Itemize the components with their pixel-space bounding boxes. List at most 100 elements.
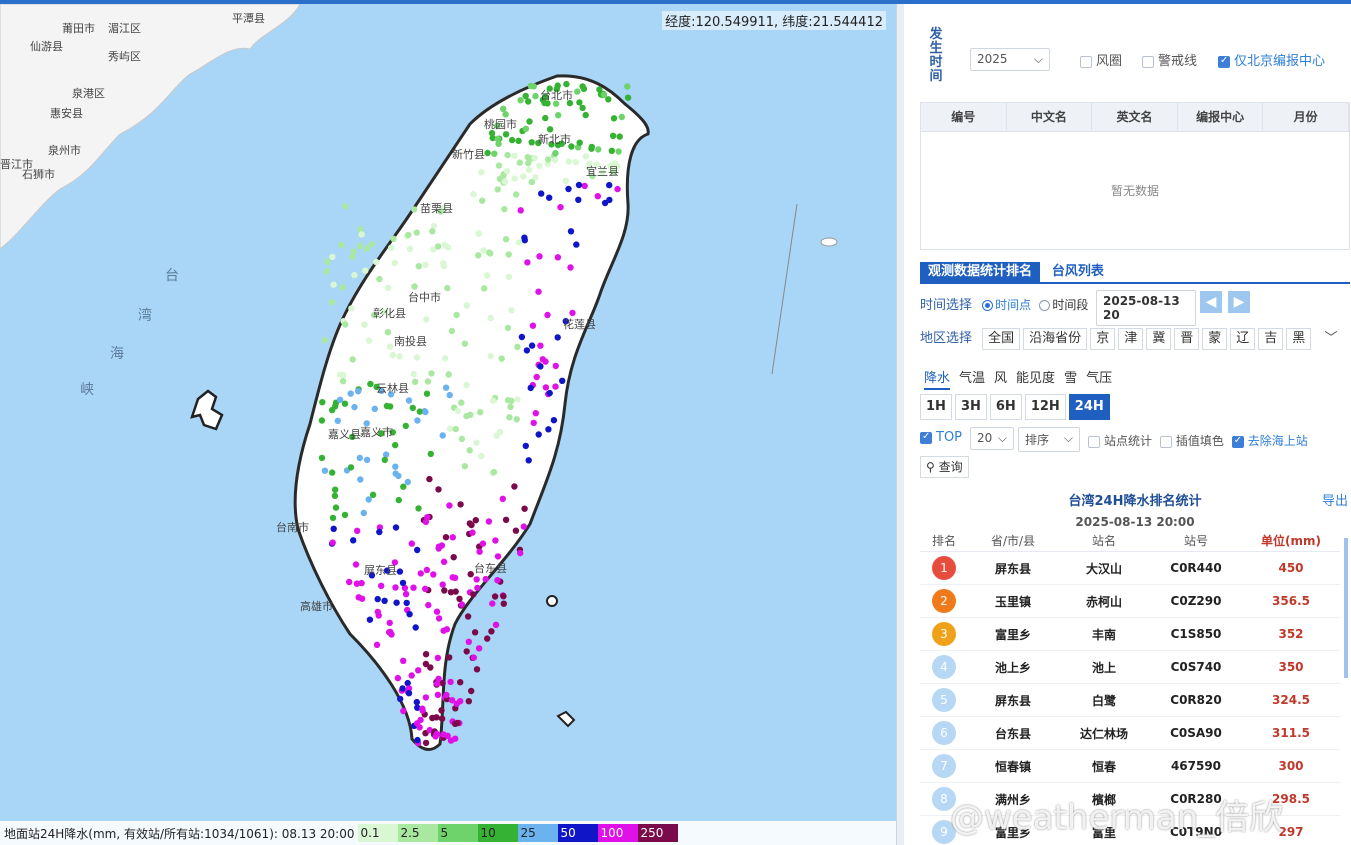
station-marker[interactable]	[375, 612, 382, 619]
station-marker[interactable]	[552, 150, 559, 157]
station-marker[interactable]	[369, 491, 377, 498]
station-marker[interactable]	[349, 356, 356, 363]
station-marker[interactable]	[530, 83, 537, 90]
station-marker[interactable]	[554, 254, 562, 261]
station-marker[interactable]	[433, 608, 441, 615]
station-marker[interactable]	[526, 118, 533, 125]
station-marker[interactable]	[467, 571, 474, 578]
station-marker[interactable]	[342, 203, 349, 210]
station-marker[interactable]	[484, 149, 491, 157]
station-marker[interactable]	[504, 151, 511, 159]
station-marker[interactable]	[356, 242, 364, 250]
station-marker[interactable]	[435, 486, 442, 493]
station-marker[interactable]	[447, 425, 454, 432]
station-marker[interactable]	[461, 463, 469, 470]
station-marker[interactable]	[542, 114, 549, 122]
station-marker[interactable]	[453, 700, 460, 707]
station-marker[interactable]	[595, 146, 602, 153]
station-marker[interactable]	[367, 380, 374, 388]
station-marker[interactable]	[440, 260, 447, 267]
station-marker[interactable]	[410, 584, 417, 591]
station-marker[interactable]	[533, 373, 540, 381]
station-marker[interactable]	[615, 148, 622, 155]
station-marker[interactable]	[415, 667, 422, 674]
station-marker[interactable]	[354, 527, 361, 534]
station-marker[interactable]	[569, 309, 576, 317]
station-marker[interactable]	[492, 537, 499, 544]
station-marker[interactable]	[411, 283, 418, 290]
tab-typhoon-list[interactable]: 台风列表	[1044, 262, 1112, 282]
station-marker[interactable]	[576, 139, 583, 146]
station-marker[interactable]	[409, 404, 416, 412]
station-marker[interactable]	[443, 691, 450, 699]
station-marker[interactable]	[329, 469, 336, 476]
station-marker[interactable]	[422, 408, 429, 416]
station-marker[interactable]	[483, 272, 491, 279]
interp-fill-checkbox[interactable]: 插值填色	[1159, 434, 1224, 448]
station-marker[interactable]	[358, 579, 365, 587]
station-marker[interactable]	[428, 370, 435, 377]
station-marker[interactable]	[494, 553, 502, 560]
station-marker[interactable]	[511, 175, 518, 182]
station-marker[interactable]	[554, 334, 561, 341]
station-marker[interactable]	[406, 611, 413, 618]
station-marker[interactable]	[427, 450, 434, 458]
station-marker[interactable]	[458, 601, 466, 608]
station-marker[interactable]	[465, 698, 472, 705]
station-marker[interactable]	[507, 403, 514, 411]
station-marker[interactable]	[559, 377, 566, 384]
station-marker[interactable]	[500, 172, 507, 180]
station-marker[interactable]	[347, 464, 355, 471]
station-marker[interactable]	[358, 231, 365, 238]
station-marker[interactable]	[524, 154, 531, 161]
station-marker[interactable]	[334, 417, 341, 424]
station-marker[interactable]	[463, 381, 470, 389]
station-marker[interactable]	[429, 714, 436, 722]
station-marker[interactable]	[511, 483, 518, 490]
station-marker[interactable]	[492, 621, 500, 628]
element-tab[interactable]: 气温	[959, 371, 985, 386]
station-marker[interactable]	[423, 390, 431, 397]
station-marker[interactable]	[396, 568, 404, 575]
station-marker[interactable]	[528, 178, 535, 186]
station-marker[interactable]	[517, 207, 524, 214]
station-marker[interactable]	[323, 268, 330, 275]
station-marker[interactable]	[446, 654, 453, 661]
region-button[interactable]: 冀	[1146, 328, 1172, 350]
station-marker[interactable]	[515, 137, 522, 144]
station-marker[interactable]	[411, 206, 418, 213]
station-marker[interactable]	[347, 390, 354, 397]
station-marker[interactable]	[567, 264, 574, 271]
station-marker[interactable]	[451, 574, 459, 581]
station-marker[interactable]	[517, 549, 524, 557]
station-marker[interactable]	[441, 355, 449, 362]
station-marker[interactable]	[473, 666, 481, 673]
station-marker[interactable]	[528, 342, 536, 349]
station-marker[interactable]	[400, 657, 407, 664]
station-marker[interactable]	[575, 196, 582, 203]
station-marker[interactable]	[446, 502, 453, 509]
station-marker[interactable]	[405, 231, 412, 239]
station-marker[interactable]	[321, 467, 329, 474]
station-marker[interactable]	[454, 407, 461, 414]
station-marker[interactable]	[495, 140, 502, 147]
station-marker[interactable]	[528, 139, 535, 146]
top-checkbox[interactable]: TOP	[920, 430, 962, 445]
station-marker[interactable]	[339, 378, 347, 385]
station-marker[interactable]	[475, 252, 482, 259]
region-button[interactable]: 京	[1090, 328, 1116, 350]
station-marker[interactable]	[463, 302, 470, 309]
checkbox-beijing-only[interactable]: 仅北京编报中心	[1218, 50, 1325, 69]
station-marker[interactable]	[388, 244, 395, 251]
station-marker[interactable]	[404, 478, 411, 486]
station-marker[interactable]	[535, 288, 542, 295]
station-marker[interactable]	[444, 244, 452, 251]
station-marker[interactable]	[536, 253, 543, 260]
station-marker[interactable]	[363, 245, 371, 252]
rank-row[interactable]: 4 池上乡 池上 C0S740 350	[920, 651, 1340, 684]
station-marker[interactable]	[408, 672, 415, 679]
duration-button[interactable]: 12H	[1024, 394, 1066, 420]
station-marker[interactable]	[580, 85, 588, 93]
rank-row[interactable]: 1 屏东县 大汉山 C0R440 450	[920, 552, 1340, 585]
station-marker[interactable]	[422, 694, 430, 701]
